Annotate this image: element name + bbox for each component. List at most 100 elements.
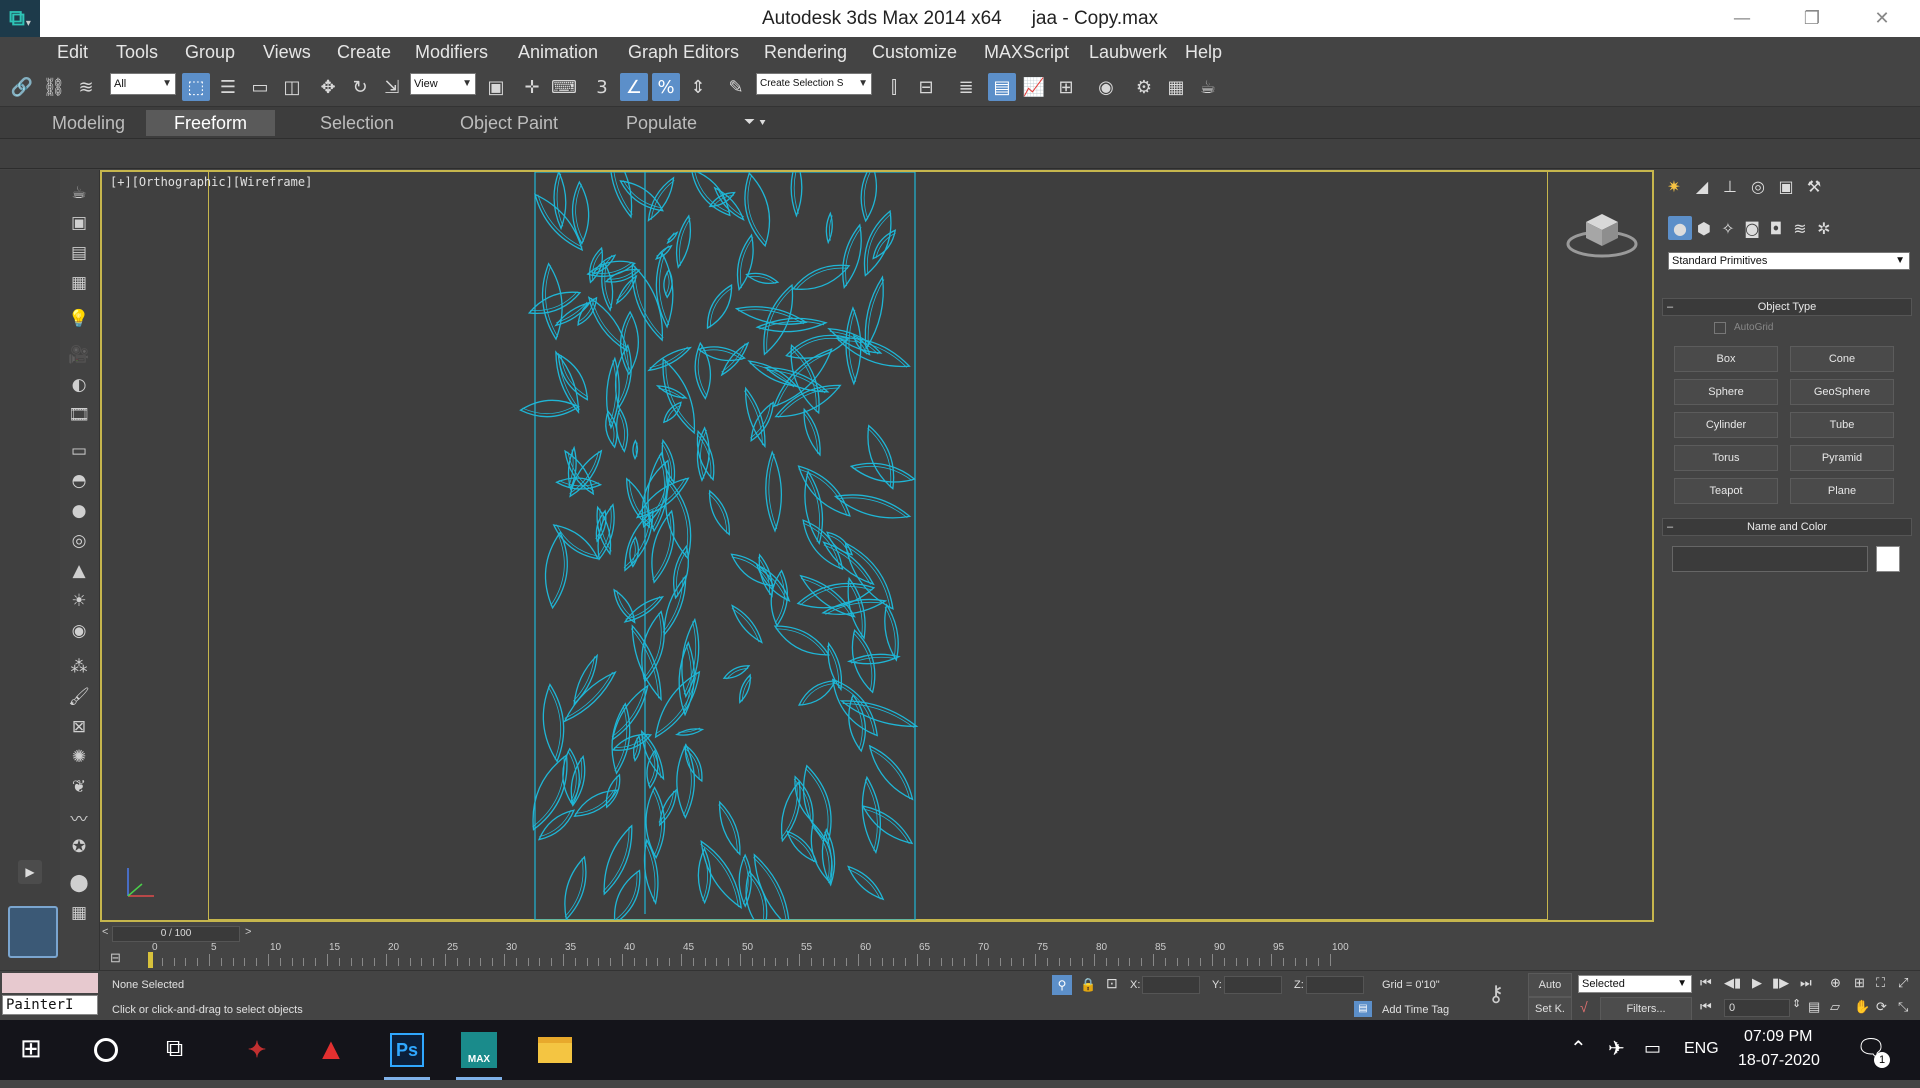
viewport-menu-plus[interactable]: [+]	[110, 175, 132, 189]
angle-snap-icon[interactable]: ∠	[620, 73, 648, 101]
auto-key-button[interactable]: Auto	[1528, 973, 1572, 997]
play-icon[interactable]: ▶	[1752, 975, 1762, 991]
white-sphere-icon[interactable]: ⬤	[66, 870, 92, 896]
box-icon[interactable]: ▭	[66, 438, 92, 464]
window-crossing-icon[interactable]: ◫	[278, 73, 306, 101]
named-selection-dropdown[interactable]: Create Selection S ▼	[756, 73, 872, 95]
sun-icon[interactable]: ☀	[66, 588, 92, 614]
app-menu-button[interactable]: ⧉ ▾	[0, 0, 40, 37]
rotate-icon[interactable]: ↻	[346, 73, 374, 101]
rendered-frame-icon[interactable]: ▦	[1162, 73, 1190, 101]
cone-icon[interactable]: ▲	[66, 558, 92, 584]
tube-button[interactable]: Tube	[1790, 412, 1894, 438]
teapot-button[interactable]: Teapot	[1674, 478, 1778, 504]
isolate-icon[interactable]: ⚲	[1052, 975, 1072, 995]
add-time-tag[interactable]: Add Time Tag	[1382, 1004, 1449, 1016]
tab-modeling[interactable]: Modeling	[24, 110, 153, 136]
battery-icon[interactable]: ▭	[1644, 1038, 1661, 1059]
key-icon[interactable]: ⚷	[1488, 981, 1504, 1007]
hierarchy-tab-icon[interactable]: ⊥	[1718, 174, 1742, 198]
tray-chevron-up-icon[interactable]: ⌃	[1570, 1036, 1587, 1061]
orbit-icon[interactable]: ⟳	[1876, 999, 1887, 1015]
prev-frame-icon[interactable]: <	[102, 926, 108, 938]
clock-date[interactable]: 18-07-2020	[1738, 1052, 1820, 1070]
grid-icon[interactable]: ▦	[66, 900, 92, 926]
track-bar[interactable]: 0 5 10 15 20 25 30 35 40 45 50 55 60 65 70 75 80 85 90 95 10…	[148, 942, 1650, 970]
unlink-icon[interactable]: ⛓	[40, 73, 68, 101]
next-frame-button-icon[interactable]: ▮▶	[1772, 975, 1789, 991]
film-icon[interactable]: 🎞	[66, 402, 92, 428]
modify-tab-icon[interactable]: ◢	[1690, 174, 1714, 198]
torus-icon[interactable]: ◎	[66, 528, 92, 554]
cone-button[interactable]: Cone	[1790, 346, 1894, 372]
menu-customize[interactable]: Customize	[872, 37, 957, 67]
time-config-icon[interactable]: ▤	[1808, 999, 1820, 1015]
utilities-tab-icon[interactable]: ⚒	[1802, 174, 1826, 198]
display-tab-icon[interactable]: ▣	[1774, 174, 1798, 198]
edit-named-selection-icon[interactable]: ✎	[722, 73, 750, 101]
x-coordinate-input[interactable]	[1142, 976, 1200, 994]
language-indicator[interactable]: ENG	[1684, 1040, 1719, 1058]
keyboard-shortcut-icon[interactable]: ⌨	[550, 73, 578, 101]
menu-laubwerk[interactable]: Laubwerk	[1089, 37, 1167, 67]
autogrid-checkbox[interactable]	[1714, 322, 1726, 334]
zoom-extents-all-icon[interactable]: ⤢	[1898, 975, 1908, 991]
menu-maxscript[interactable]: MAXScript	[984, 37, 1069, 67]
plant-icon[interactable]: ❦	[66, 774, 92, 800]
select-by-name-icon[interactable]: ☰	[214, 73, 242, 101]
restore-button[interactable]: ❐	[1782, 0, 1842, 37]
menu-group[interactable]: Group	[185, 37, 235, 67]
pyramid-button[interactable]: Pyramid	[1790, 445, 1894, 471]
go-to-end-icon[interactable]: ⏭	[1800, 975, 1812, 991]
absolute-mode-icon[interactable]: ⊡	[1106, 975, 1118, 992]
rectangular-selection-icon[interactable]: ▭	[246, 73, 274, 101]
zoom-all-icon[interactable]: ⊞	[1854, 975, 1865, 991]
geosphere-button[interactable]: GeoSphere	[1790, 379, 1894, 405]
tab-selection[interactable]: Selection	[292, 110, 422, 136]
menu-help[interactable]: Help	[1185, 37, 1222, 67]
key-filter-icon[interactable]: √	[1580, 999, 1588, 1015]
box-button[interactable]: Box	[1674, 346, 1778, 372]
render-icon[interactable]: ▣	[66, 210, 92, 236]
viewport-orthographic[interactable]: [+][Orthographic][Wireframe]	[100, 170, 1654, 922]
taskbar-explorer-app[interactable]	[532, 1028, 578, 1072]
render-setup-icon[interactable]: ⚙	[1130, 73, 1158, 101]
ox-icon[interactable]: ✪	[66, 834, 92, 860]
viewport-thumbnail[interactable]	[8, 906, 58, 958]
spinner-snap-icon[interactable]: ⇕	[684, 73, 712, 101]
object-color-swatch[interactable]	[1876, 546, 1900, 572]
menu-tools[interactable]: Tools	[116, 37, 158, 67]
render-production-icon[interactable]: ☕	[1194, 73, 1222, 101]
menu-views[interactable]: Views	[263, 37, 311, 67]
material-editor-icon[interactable]: ◉	[1092, 73, 1120, 101]
frame-spinner-icon[interactable]: ⇕	[1792, 997, 1801, 1010]
time-slider-marker[interactable]	[148, 952, 153, 968]
y-coordinate-input[interactable]	[1224, 976, 1282, 994]
motion-tab-icon[interactable]: ◎	[1746, 174, 1770, 198]
viewcube[interactable]	[1562, 202, 1642, 262]
field-of-view-icon[interactable]: ▱	[1830, 999, 1840, 1015]
spacewarps-icon[interactable]: ≋	[1788, 216, 1812, 240]
graphite-toolset-icon[interactable]: ▤	[988, 73, 1016, 101]
pan-icon[interactable]: ✋	[1854, 999, 1870, 1015]
key-filters-button[interactable]: Filters...	[1600, 997, 1692, 1021]
percent-snap-icon[interactable]: %	[652, 73, 680, 101]
taskbar-photoshop-app[interactable]: Ps	[384, 1028, 430, 1080]
minimize-button[interactable]: —	[1712, 0, 1772, 37]
pivot-center-icon[interactable]: ▣	[482, 73, 510, 101]
maxscript-listener[interactable]: PainterI	[2, 995, 98, 1015]
menu-create[interactable]: Create	[337, 37, 391, 67]
ribbon-options-icon[interactable]: ⏷ ▾	[744, 113, 766, 130]
shapes-icon[interactable]: ⬢	[1692, 216, 1716, 240]
current-frame-input[interactable]: 0	[1724, 999, 1790, 1017]
plane-button[interactable]: Plane	[1790, 478, 1894, 504]
globe-icon[interactable]: ✺	[66, 744, 92, 770]
maximize-viewport-icon[interactable]: ⤡	[1898, 999, 1908, 1015]
z-coordinate-input[interactable]	[1306, 976, 1364, 994]
tab-populate[interactable]: Populate	[598, 110, 725, 136]
select-manipulate-icon[interactable]: ✛	[518, 73, 546, 101]
teapot-icon[interactable]: ☕	[66, 180, 92, 206]
zoom-icon[interactable]: ⊕	[1830, 975, 1841, 991]
menu-edit[interactable]: Edit	[57, 37, 88, 67]
hemisphere-icon[interactable]: ◓	[66, 468, 92, 494]
